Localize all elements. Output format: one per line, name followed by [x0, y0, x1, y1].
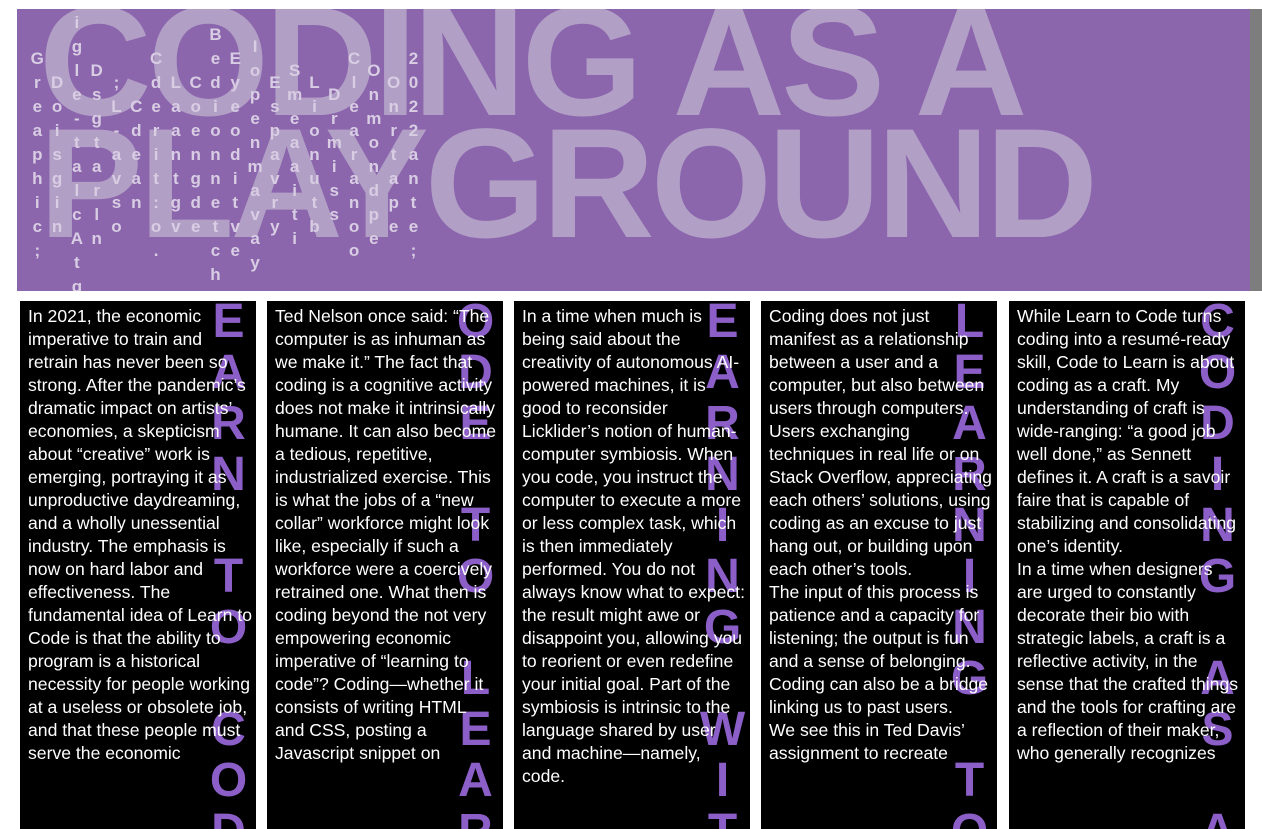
vertical-letter-column: Onrtape [384, 73, 404, 241]
vertical-letter-column: Cderit:o. [146, 49, 166, 265]
vertical-letter-column: Espavry [265, 73, 285, 241]
column-text: In 2021, the economic imperative to trai… [28, 305, 252, 765]
vertical-letter-column: Coengde [186, 73, 206, 241]
column-text: Coding does not just manifest as a relat… [769, 305, 993, 765]
vertical-letter-column: ;L-avso [106, 73, 126, 241]
vertical-letter-column: Clearanoo [344, 49, 364, 265]
vertical-letter-column: 2022ante; [403, 49, 423, 265]
header-vertical-text: Greaphic; Doisgin Pigle-talcAtge Dsgtarln ;L… [27, 9, 423, 291]
vertical-letter-column: Cdean [126, 97, 146, 217]
paragraph: Coding does not just manifest as a relat… [769, 306, 992, 579]
vertical-letter-column: Eyeoditve [225, 49, 245, 265]
paragraph: In 2021, the economic imperative to trai… [28, 306, 252, 763]
vertical-letter-column: Dsgtarln [87, 61, 107, 253]
vertical-letter-column: Onmondpe [364, 61, 384, 253]
column-text: While Learn to Code turns coding into a … [1017, 305, 1241, 765]
column-learning-to: LEARNING TO Coding does not just manifes… [761, 301, 997, 829]
header-scrollbar[interactable] [1250, 9, 1262, 291]
vertical-letter-column: Drmiss [324, 85, 344, 229]
vertical-letter-column: Pigle-talcAtge [67, 9, 87, 291]
paragraph: In a time when much is being said about … [522, 306, 745, 786]
column-code-to-learn: CODE TO LEARN Ted Nelson once said: “The… [267, 301, 503, 829]
column-text: Ted Nelson once said: “The computer is a… [275, 305, 499, 765]
paragraph: In a time when designers are urged to co… [1017, 559, 1239, 763]
vertical-letter-column: Iopenmavay [245, 37, 265, 277]
paragraph: We see this in Ted Davis’ assignment to … [769, 720, 965, 763]
column-learn-to-code: LEARN TO CODE In 2021, the economic impe… [20, 301, 256, 829]
column-coding-as-a-craft: CODING AS A While Learn to Code turns co… [1009, 301, 1245, 829]
vertical-letter-column: Lionutb [304, 73, 324, 241]
paragraph: While Learn to Code turns coding into a … [1017, 306, 1237, 556]
column-text: In a time when much is being said about … [522, 305, 746, 788]
paragraph: Ted Nelson once said: “The computer is a… [275, 306, 497, 763]
vertical-letter-column: Doisgin [47, 73, 67, 241]
vertical-letter-column: Bedionnetch [205, 25, 225, 289]
vertical-letter-column: Greaphic; [27, 49, 47, 265]
column-learning-with: LEARNING WITH In a time when much is bei… [514, 301, 750, 829]
vertical-letter-column: Smeaaiti [285, 61, 305, 253]
vertical-letter-column: Laantgv [166, 73, 186, 241]
paragraph: The input of this process is patience an… [769, 582, 989, 717]
header-banner: CODING AS A PLAYGROUND Greaphic; Doisgin P… [17, 9, 1250, 291]
